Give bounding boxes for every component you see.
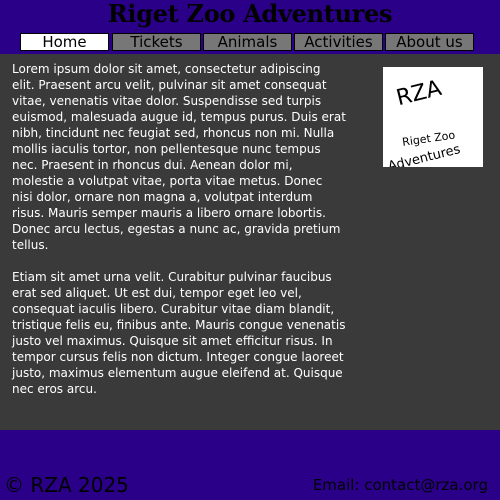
site-footer: © RZA 2025 Email: contact@rza.org	[0, 430, 500, 500]
nav-about-us[interactable]: About us	[385, 33, 474, 51]
paragraph-1: Lorem ipsum dolor sit amet, consectetur …	[12, 62, 346, 252]
footer-copyright: © RZA 2025	[4, 473, 129, 497]
nav-activities[interactable]: Activities	[294, 33, 383, 51]
content-text: Lorem ipsum dolor sit amet, consectetur …	[12, 61, 346, 413]
rza-logo: RZA Riget Zoo Adventures	[383, 67, 483, 175]
nav-tickets[interactable]: Tickets	[112, 33, 201, 51]
nav-animals[interactable]: Animals	[203, 33, 292, 51]
site-header: Riget Zoo Adventures Home Tickets Animal…	[0, 0, 500, 54]
paragraph-2: Etiam sit amet urna velit. Curabitur pul…	[12, 270, 346, 396]
main-content: Lorem ipsum dolor sit amet, consectetur …	[0, 54, 500, 430]
nav-home[interactable]: Home	[20, 33, 109, 51]
site-title: Riget Zoo Adventures	[107, 0, 393, 28]
logo-abbr: RZA	[394, 76, 444, 111]
logo-graphic: RZA Riget Zoo Adventures	[386, 76, 462, 175]
footer-contact-email[interactable]: Email: contact@rza.org	[313, 476, 488, 494]
